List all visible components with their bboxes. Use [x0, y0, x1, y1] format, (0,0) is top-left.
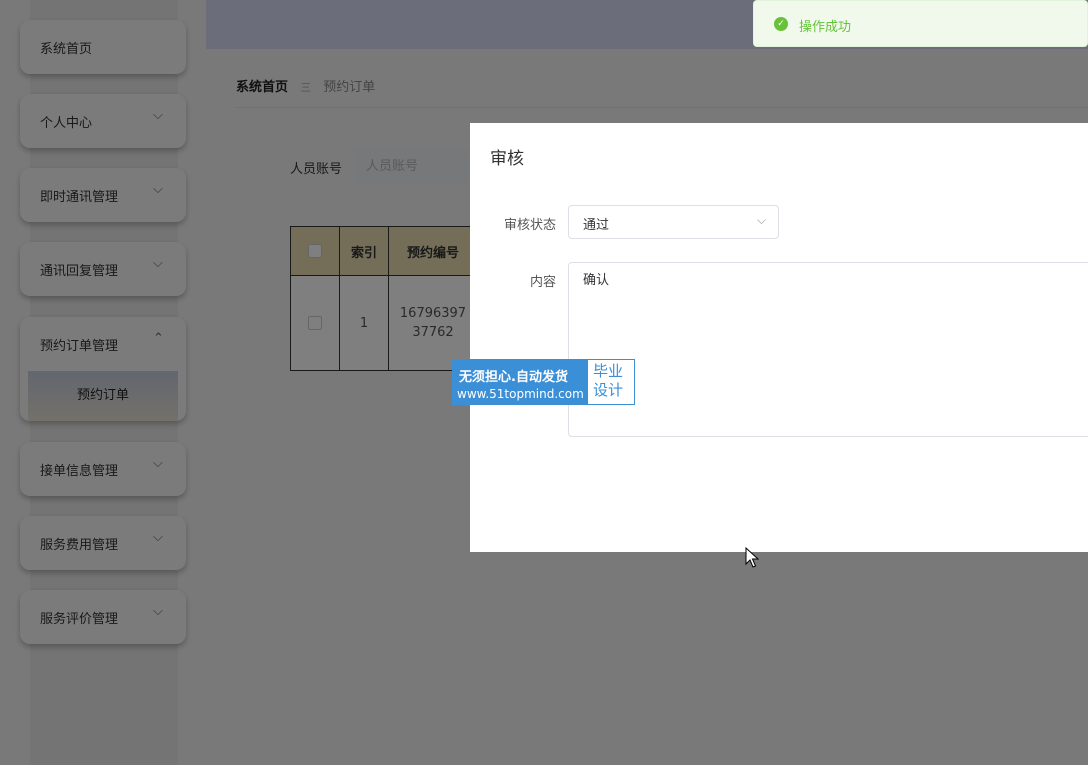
success-toast: ✓ 操作成功: [753, 0, 1088, 47]
watermark-line1: 无须担心.自动发货: [459, 370, 568, 385]
content-textarea-value: 确认: [583, 273, 610, 288]
status-select-value: 通过: [583, 218, 610, 233]
mouse-cursor-icon: [745, 547, 759, 568]
toast-message: 操作成功: [799, 20, 852, 35]
watermark-left-panel: 无须担心.自动发货 www.51topmind.com: [453, 360, 588, 404]
watermark-right-panel: 毕业 设计: [593, 362, 633, 400]
watermark-right-line1: 毕业: [593, 362, 624, 380]
status-field-label: 审核状态: [503, 218, 556, 233]
watermark-badge: 无须担心.自动发货 www.51topmind.com 毕业 设计: [452, 359, 635, 405]
status-select[interactable]: 通过 ⌵: [568, 205, 779, 239]
dialog-title: 审核: [490, 149, 524, 169]
watermark-right-line2: 设计: [593, 381, 624, 399]
content-field-label: 内容: [529, 275, 556, 290]
content-textarea[interactable]: 确认: [568, 262, 1088, 437]
review-dialog: 审核 审核状态 通过 ⌵ 内容 确认: [470, 123, 1088, 552]
watermark-url: www.51topmind.com: [457, 387, 584, 401]
chevron-down-icon: ⌵: [756, 213, 766, 227]
check-circle-icon: ✓: [774, 17, 788, 31]
